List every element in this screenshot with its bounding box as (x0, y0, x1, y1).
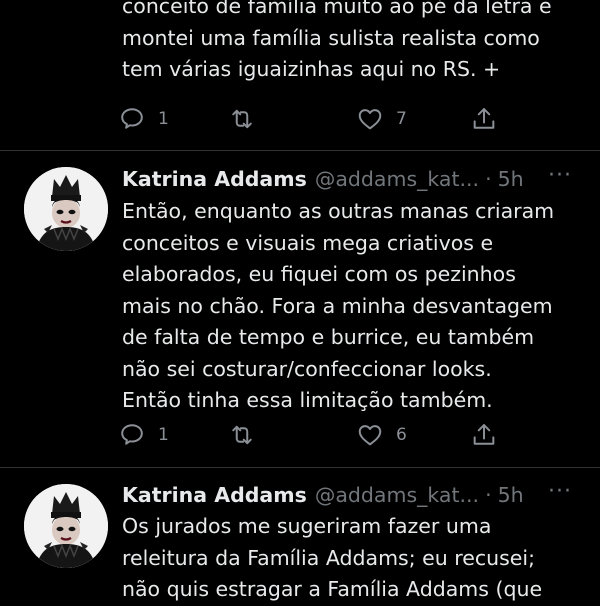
tweet-text-line: releitura da Família Addams; eu recusei; (122, 545, 536, 570)
author-name[interactable]: Katrina Addams (122, 483, 307, 507)
share-icon (470, 421, 498, 449)
like-icon (356, 421, 384, 449)
tweet-actions: 1 7 (118, 101, 518, 137)
retweet-icon (228, 105, 256, 133)
share-icon (470, 105, 498, 133)
tweet-header: Katrina Addams @addams_kat... · 5h ··· (122, 480, 582, 510)
divider (0, 467, 600, 468)
author-handle[interactable]: @addams_kat... (315, 167, 479, 191)
retweet-icon (228, 421, 256, 449)
retweet-button[interactable] (228, 101, 256, 137)
tweet-text-line: conceitos e visuais mega criativos e (122, 230, 494, 255)
like-count: 7 (396, 109, 407, 129)
author-name[interactable]: Katrina Addams (122, 167, 307, 191)
timestamp[interactable]: 5h (498, 483, 524, 507)
tweet-actions: 1 6 (118, 417, 518, 453)
tweet-text-line: não sei costurar/confeccionar looks. (122, 356, 492, 381)
tweet-text-line: montei uma família sulista realista como (122, 25, 540, 50)
like-button[interactable]: 6 (356, 417, 407, 453)
like-button[interactable]: 7 (356, 101, 407, 137)
reply-icon (118, 421, 146, 449)
like-icon (356, 105, 384, 133)
tweet-text: Os jurados me sugeriram fazer uma releit… (122, 511, 592, 606)
tweet-header: Katrina Addams @addams_kat... · 5h ··· (122, 164, 582, 194)
reply-icon (118, 105, 146, 133)
tweet-thread: conceito de família muito ao pé da letra… (0, 0, 600, 601)
tweet-text-line: Os jurados me sugeriram fazer uma (122, 514, 492, 538)
divider (0, 150, 600, 151)
share-button[interactable] (470, 417, 498, 453)
retweet-button[interactable] (228, 417, 256, 453)
tweet-text: conceito de família muito ao pé da letra… (122, 0, 592, 86)
separator-dot: · (485, 167, 492, 191)
reply-count: 1 (158, 109, 169, 129)
reply-button[interactable]: 1 (118, 101, 169, 137)
author-handle[interactable]: @addams_kat... (315, 483, 479, 507)
more-options-icon[interactable]: ··· (548, 165, 572, 187)
tweet-text-line: Então tinha essa limitação também. (122, 388, 493, 412)
tweet-text-line: elaborados, eu fiquei com os pezinhos (122, 262, 516, 286)
avatar[interactable] (24, 167, 108, 251)
tweet-text-line: de falta de tempo e burrice, eu também (122, 325, 535, 349)
more-options-icon[interactable]: ··· (548, 481, 572, 503)
tweet-text: Então, enquanto as outras manas criaram … (122, 196, 592, 417)
like-count: 6 (396, 425, 407, 445)
tweet-text-line: Então, enquanto as outras manas criaram (122, 199, 555, 223)
tweet-text-line: conceito de família muito ao pé da letra… (122, 0, 552, 18)
tweet-text-line: mais no chão. Fora a minha desvantagem (122, 293, 553, 318)
reply-button[interactable]: 1 (118, 417, 169, 453)
timestamp[interactable]: 5h (498, 167, 524, 191)
separator-dot: · (485, 483, 492, 507)
share-button[interactable] (470, 101, 498, 137)
reply-count: 1 (158, 425, 169, 445)
tweet-text-line: tem várias iguaizinhas aqui no RS. + (122, 57, 501, 81)
tweet-text-line: não quis estragar a Família Addams (que (122, 577, 543, 601)
avatar[interactable] (24, 484, 108, 568)
